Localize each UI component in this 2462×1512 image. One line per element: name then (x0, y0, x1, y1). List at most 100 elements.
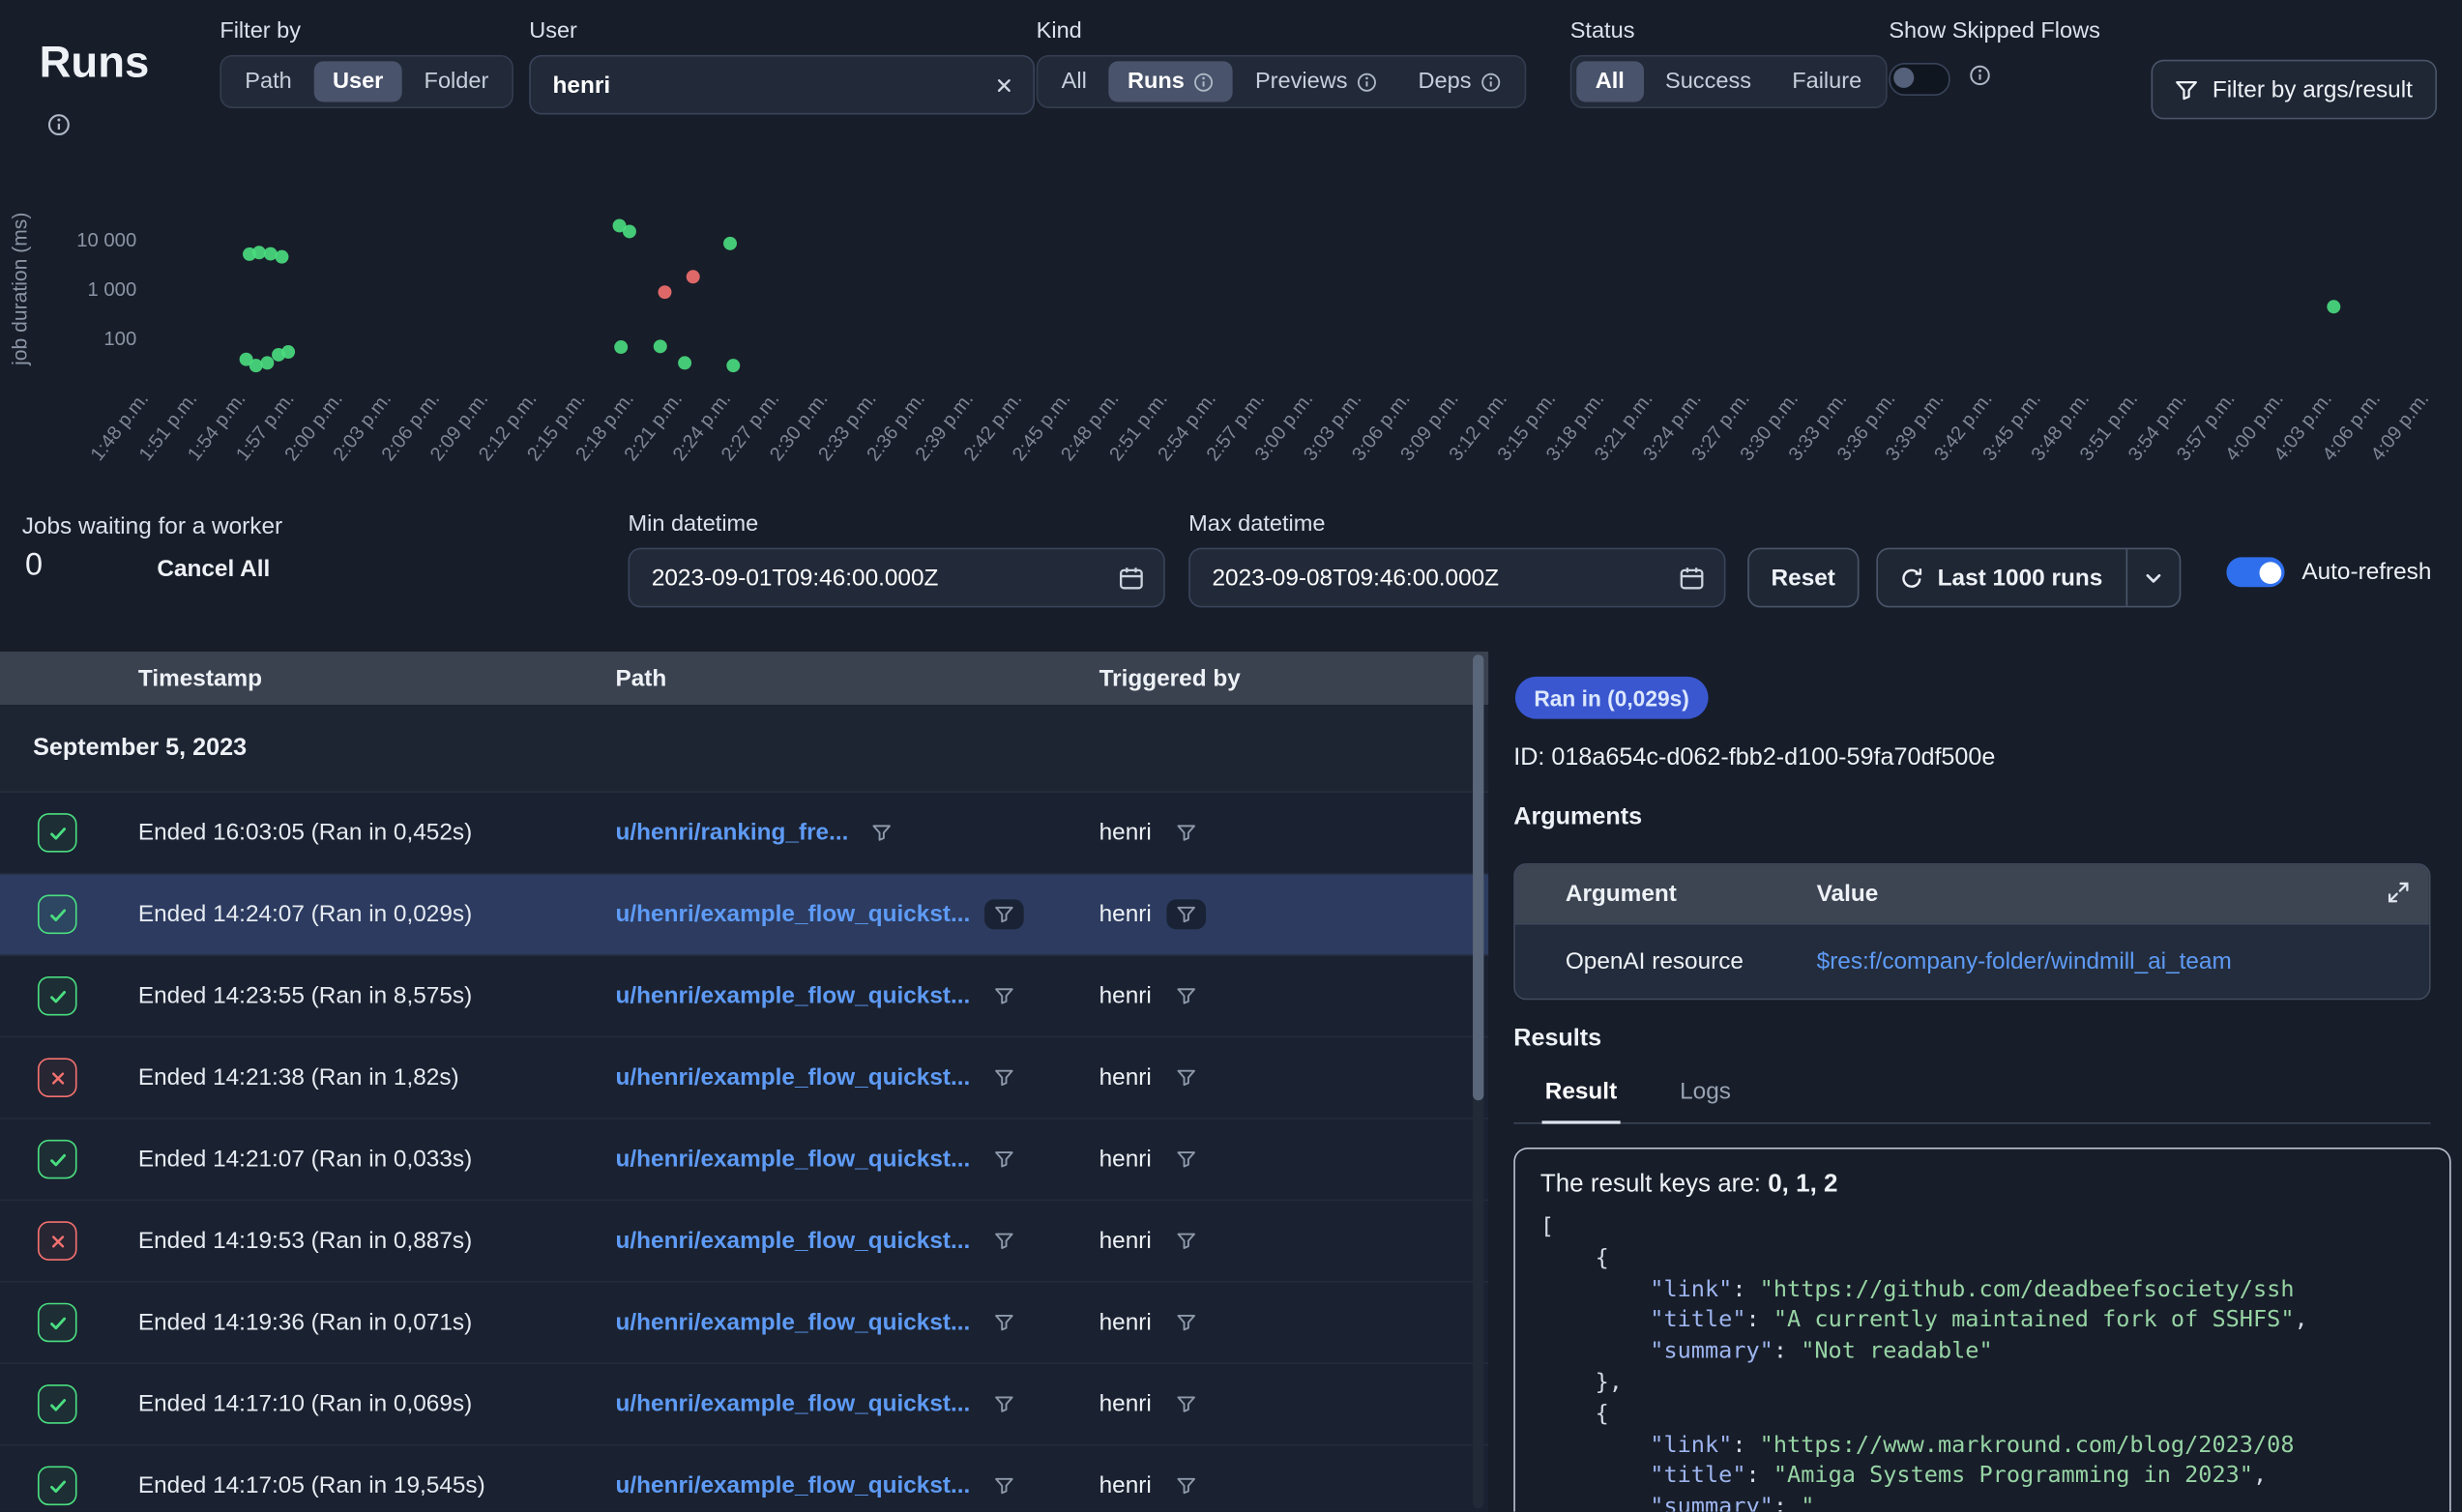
run-path-link[interactable]: u/henri/example_flow_quickst... (615, 901, 970, 928)
max-datetime-input[interactable] (1209, 563, 1666, 593)
run-timestamp: Ended 14:21:38 (Ran in 1,82s) (119, 1064, 597, 1091)
kind-option-previews[interactable]: Previews (1236, 61, 1395, 102)
table-row[interactable]: Ended 14:21:07 (Ran in 0,033s) u/henri/ex… (0, 1119, 1488, 1201)
runs-table: Timestamp Path Triggered by September 5,… (0, 652, 1488, 1512)
cancel-all-button[interactable]: Cancel All (157, 556, 270, 583)
code-line: }, (1540, 1369, 2424, 1400)
last-runs-button[interactable]: Last 1000 runs (1876, 548, 2181, 608)
filter-by-option-folder[interactable]: Folder (405, 61, 508, 102)
path-filter-icon[interactable] (984, 981, 1024, 1011)
chevron-down-icon[interactable] (2126, 549, 2180, 605)
user-filter-icon[interactable] (1167, 1145, 1207, 1175)
tab-logs[interactable]: Logs (1677, 1072, 1734, 1120)
run-path-link[interactable]: u/henri/example_flow_quickst... (615, 1472, 970, 1499)
refresh-icon (1900, 566, 1923, 589)
run-timestamp: Ended 14:21:07 (Ran in 0,033s) (119, 1146, 597, 1173)
column-triggered-by: Triggered by (1080, 665, 1488, 692)
scatter-point-failure (687, 270, 700, 283)
kind-group: Kind AllRunsPreviewsDeps (1037, 18, 1527, 108)
status-label: Status (1570, 18, 1887, 44)
path-filter-icon[interactable] (863, 818, 902, 848)
kind-segmented: AllRunsPreviewsDeps (1037, 55, 1527, 108)
show-skipped-toggle[interactable] (1889, 63, 1949, 96)
result-summary-keys: 0, 1, 2 (1768, 1171, 1837, 1198)
user-filter-icon[interactable] (1167, 981, 1207, 1011)
code-line: "title": "Amiga Systems Programming in 2… (1540, 1462, 2424, 1493)
code-line: "title": "A currently maintained fork of… (1540, 1307, 2424, 1338)
run-path-link[interactable]: u/henri/example_flow_quickst... (615, 982, 970, 1009)
user-filter-icon[interactable] (1167, 899, 1207, 929)
table-row[interactable]: Ended 14:17:10 (Ran in 0,069s)u/henri/ex… (0, 1364, 1488, 1445)
path-filter-icon[interactable] (984, 1145, 1024, 1175)
code-line: "summary": "Not readable" (1540, 1338, 2424, 1369)
user-filter-input[interactable] (549, 70, 982, 100)
scatter-point-success (614, 340, 628, 354)
status-option-success[interactable]: Success (1647, 61, 1771, 102)
info-icon (1480, 72, 1501, 92)
reset-button[interactable]: Reset (1747, 548, 1859, 608)
scatter-point-success (678, 356, 691, 369)
scrollbar-thumb[interactable] (1473, 654, 1483, 1100)
user-filter-icon[interactable] (1167, 1470, 1207, 1500)
runs-info-icon[interactable] (47, 113, 71, 144)
run-user: henri (1099, 1146, 1152, 1173)
run-path-link[interactable]: u/henri/example_flow_quickst... (615, 1228, 970, 1255)
run-user: henri (1099, 1064, 1152, 1091)
calendar-icon[interactable] (1679, 565, 1706, 592)
run-timestamp: Ended 16:03:05 (Ran in 0,452s) (119, 820, 597, 847)
user-filter-icon[interactable] (1167, 818, 1207, 848)
expand-icon[interactable] (2387, 881, 2410, 904)
argument-value-link[interactable]: $res:f/company-folder/windmill_ai_team (1817, 948, 2429, 975)
min-datetime-input[interactable] (649, 563, 1106, 593)
filter-by-option-user[interactable]: User (313, 61, 401, 102)
path-filter-icon[interactable] (984, 1226, 1024, 1256)
run-path-link[interactable]: u/henri/ranking_fre... (615, 820, 848, 847)
tab-result[interactable]: Result (1541, 1072, 1620, 1124)
table-scrollbar[interactable] (1473, 654, 1483, 1508)
filter-by-args-result-button[interactable]: Filter by args/result (2151, 60, 2436, 120)
show-skipped-info-icon[interactable] (1969, 65, 1991, 95)
status-option-all[interactable]: All (1576, 61, 1643, 102)
show-skipped-label: Show Skipped Flows (1889, 18, 2100, 44)
table-row[interactable]: Ended 14:19:53 (Ran in 0,887s) u/henri/ex… (0, 1201, 1488, 1282)
path-filter-icon[interactable] (984, 1062, 1024, 1092)
run-path-link[interactable]: u/henri/example_flow_quickst... (615, 1146, 970, 1173)
user-filter-icon[interactable] (1167, 1062, 1207, 1092)
show-skipped-group: Show Skipped Flows (1889, 18, 2100, 96)
filter-by-option-path[interactable]: Path (226, 61, 310, 102)
status-option-failure[interactable]: Failure (1773, 61, 1881, 102)
table-row[interactable]: Ended 14:17:05 (Ran in 19,545s) u/henri/e… (0, 1445, 1488, 1511)
status-option-label: Failure (1792, 69, 1861, 94)
run-path-link[interactable]: u/henri/example_flow_quickst... (615, 1309, 970, 1336)
kind-option-deps[interactable]: Deps (1399, 61, 1520, 102)
path-filter-icon[interactable] (984, 1470, 1024, 1500)
table-row[interactable]: Ended 14:24:07 (Ran in 0,029s)u/henri/ex… (0, 874, 1488, 955)
table-row[interactable]: Ended 14:21:38 (Ran in 1,82s) u/henri/exa… (0, 1037, 1488, 1119)
table-row[interactable]: Ended 14:23:55 (Ran in 8,575s)u/henri/ex… (0, 956, 1488, 1037)
run-timestamp: Ended 14:17:05 (Ran in 19,545s) (119, 1472, 597, 1499)
kind-option-runs[interactable]: Runs (1109, 61, 1234, 102)
min-datetime-label: Min datetime (628, 511, 1164, 537)
user-filter-icon[interactable] (1167, 1389, 1207, 1419)
run-path-link[interactable]: u/henri/example_flow_quickst... (615, 1064, 970, 1091)
user-filter-icon[interactable] (1167, 1308, 1207, 1338)
run-user: henri (1099, 820, 1152, 847)
results-heading: Results (1513, 1025, 1601, 1053)
auto-refresh-label: Auto-refresh (2301, 559, 2431, 586)
user-filter-icon[interactable] (1167, 1226, 1207, 1256)
auto-refresh-toggle[interactable] (2226, 557, 2284, 587)
status-option-label: Success (1665, 69, 1751, 94)
table-row[interactable]: Ended 16:03:05 (Ran in 0,452s) u/henri/ra… (0, 793, 1488, 874)
page-title: Runs (40, 38, 150, 88)
run-timestamp: Ended 14:19:36 (Ran in 0,071s) (119, 1309, 597, 1336)
run-path-link[interactable]: u/henri/example_flow_quickst... (615, 1391, 970, 1418)
run-timestamp: Ended 14:19:53 (Ran in 0,887s) (119, 1228, 597, 1255)
table-row[interactable]: Ended 14:19:36 (Ran in 0,071s) u/henri/ex… (0, 1283, 1488, 1364)
arguments-heading: Arguments (1513, 803, 1642, 831)
clear-user-filter-icon[interactable] (994, 74, 1014, 95)
kind-option-all[interactable]: All (1042, 61, 1105, 102)
path-filter-icon[interactable] (984, 1308, 1024, 1338)
calendar-icon[interactable] (1118, 565, 1145, 592)
path-filter-icon[interactable] (984, 899, 1024, 929)
path-filter-icon[interactable] (984, 1389, 1024, 1419)
